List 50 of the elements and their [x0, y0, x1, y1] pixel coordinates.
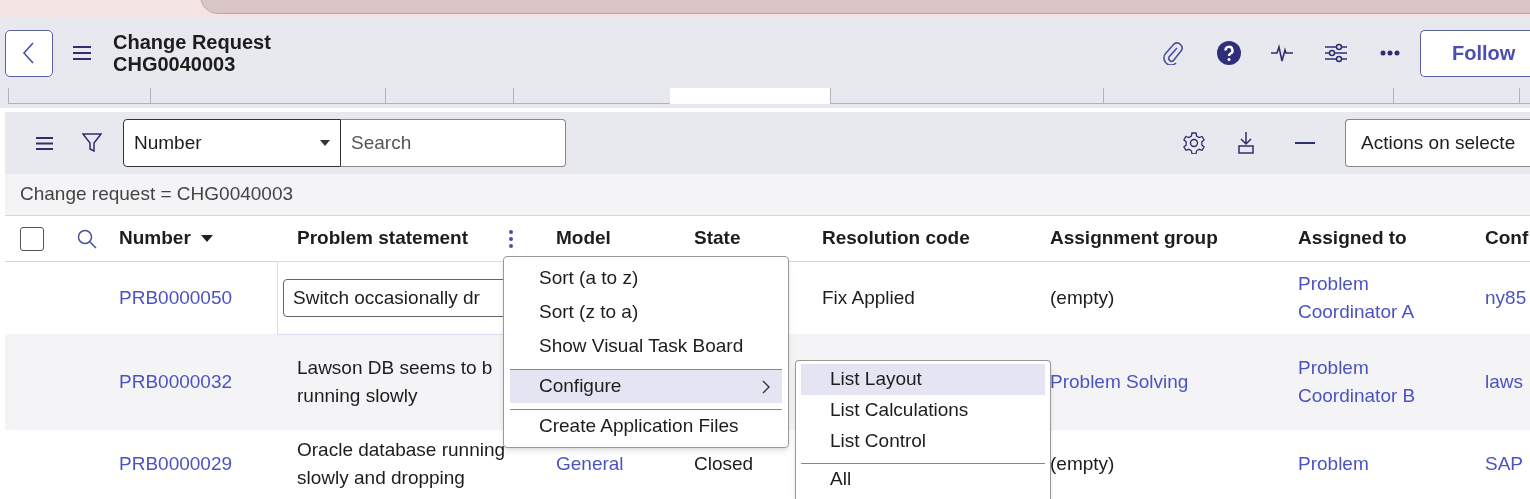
table-cell-text: Oracle database running slowly and dropping: [297, 438, 506, 490]
table-cell-text: Fix Applied: [822, 286, 915, 310]
menu-item[interactable]: Configure: [510, 369, 782, 403]
menu-icon[interactable]: [36, 136, 53, 150]
table-cell-text: Lawson DB seems to b running slowly: [297, 356, 493, 408]
column-header[interactable]: Model: [556, 224, 611, 253]
follow-button[interactable]: Follow: [1420, 29, 1530, 77]
sliders-icon[interactable]: [1325, 43, 1347, 63]
help-icon[interactable]: [1217, 41, 1241, 65]
record-link[interactable]: PRB0000032: [119, 368, 233, 396]
download-icon[interactable]: [1237, 132, 1255, 154]
back-button[interactable]: [5, 29, 53, 77]
table-cell-text: (empty): [1050, 452, 1115, 476]
field-select[interactable]: Number: [123, 119, 341, 167]
breadcrumb-filter[interactable]: Change request = CHG0040003: [20, 180, 294, 209]
record-link[interactable]: PRB0000050: [119, 284, 233, 312]
menu-item[interactable]: List Layout: [801, 364, 1045, 395]
record-link[interactable]: ny85: [1485, 284, 1527, 312]
record-link[interactable]: laws: [1485, 368, 1523, 396]
column-header[interactable]: Resolution code: [822, 224, 970, 253]
column-menu-icon[interactable]: [509, 229, 513, 248]
search-field[interactable]: Search: [341, 119, 566, 167]
attachment-icon[interactable]: [1162, 41, 1184, 65]
record-link[interactable]: SAP: [1485, 450, 1524, 478]
back-icon: [22, 41, 36, 65]
column-header[interactable]: Number: [119, 224, 191, 253]
record-number: CHG0040003: [113, 53, 237, 75]
record-link[interactable]: Problem Coordinator A: [1298, 270, 1415, 326]
column-header[interactable]: Problem statement: [297, 224, 469, 253]
column-header[interactable]: Assigned to: [1298, 224, 1407, 253]
select-all-checkbox[interactable]: [20, 226, 44, 251]
table-cell-text: (empty): [1050, 286, 1115, 310]
chevron-right-icon: [762, 379, 770, 394]
caret-icon: [320, 140, 330, 146]
record-link[interactable]: General: [556, 450, 624, 478]
record-link[interactable]: Problem Coordinator B: [1298, 354, 1416, 410]
column-header[interactable]: Conf: [1485, 224, 1529, 253]
more-icon[interactable]: [1380, 50, 1400, 56]
settings-icon[interactable]: [1183, 132, 1205, 154]
column-header[interactable]: State: [694, 224, 741, 253]
activity-icon[interactable]: [1271, 43, 1293, 63]
table-cell-text: Closed: [694, 452, 754, 476]
record-link[interactable]: PRB0000029: [119, 450, 233, 478]
record-link[interactable]: Problem Solving: [1050, 368, 1189, 396]
search-icon[interactable]: [77, 228, 97, 249]
record-link[interactable]: Problem: [1298, 450, 1369, 478]
record-title: Change Request: [113, 31, 271, 53]
column-header[interactable]: Assignment group: [1050, 224, 1218, 253]
filter-icon[interactable]: [82, 133, 102, 153]
menu-icon[interactable]: [73, 46, 91, 60]
